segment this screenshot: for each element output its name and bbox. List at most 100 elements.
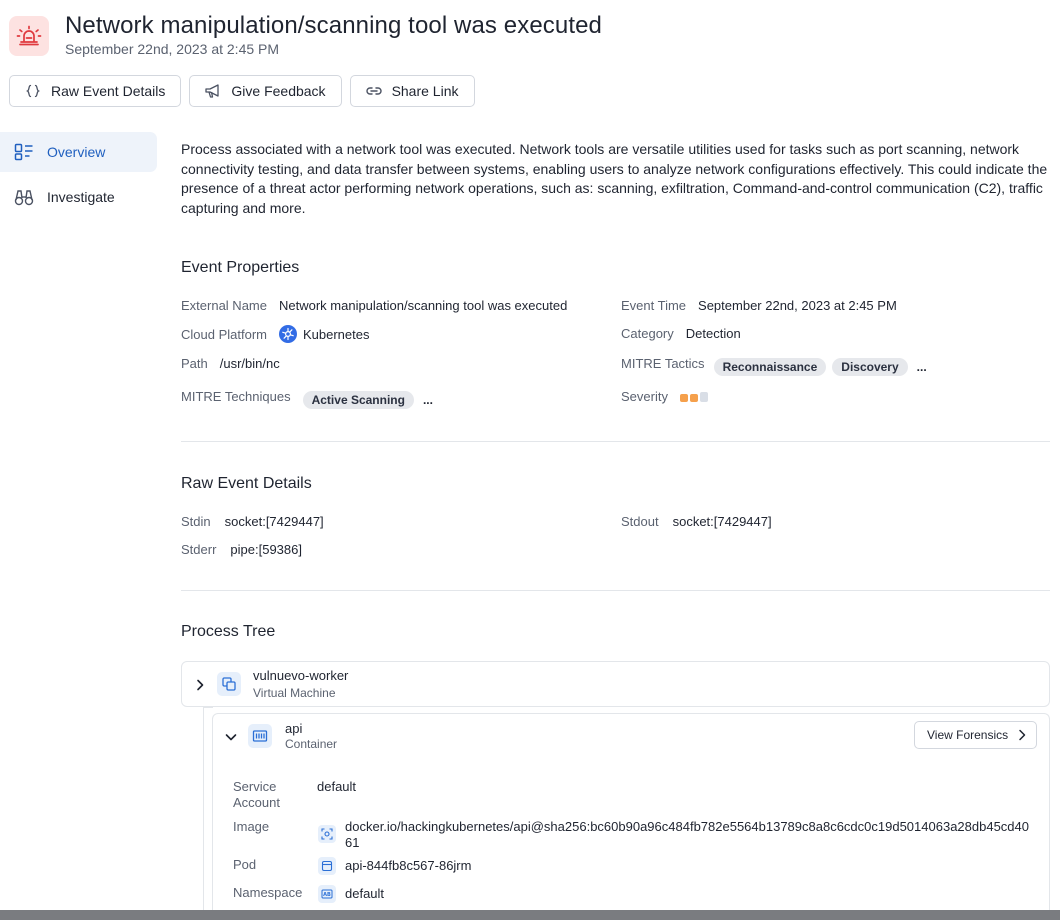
view-forensics-button[interactable]: View Forensics: [914, 721, 1038, 749]
kubernetes-icon: [278, 325, 297, 343]
property-label: Path: [181, 356, 208, 371]
sidebar-item-label: Investigate: [47, 189, 115, 205]
give-feedback-label: Give Feedback: [231, 83, 326, 99]
page-title: Network manipulation/scanning tool was e…: [65, 12, 603, 39]
main-content: Process associated with a network tool w…: [181, 132, 1050, 218]
property-label: MITRE Techniques: [181, 388, 291, 404]
raw-event-details-button[interactable]: Raw Event Details: [9, 75, 182, 107]
container-icon: [248, 724, 272, 748]
property-label: MITRE Tactics: [621, 355, 705, 371]
property-cloud-platform: Cloud Platform Kubernetes: [181, 325, 369, 343]
tactic-chip[interactable]: Discovery: [832, 358, 908, 376]
detail-value[interactable]: docker.io/hackingkubernetes/api@sha256:b…: [345, 819, 1035, 851]
siren-icon: [16, 25, 42, 46]
alert-badge: [9, 16, 49, 56]
image-scan-icon: [318, 825, 336, 843]
property-path: Path /usr/bin/nc: [181, 356, 280, 371]
give-feedback-button[interactable]: Give Feedback: [189, 75, 342, 107]
tree-connector: [203, 707, 213, 708]
namespace-icon: AB: [318, 885, 336, 903]
tree-connector: [203, 707, 204, 910]
raw-event-details-label: Raw Event Details: [51, 83, 166, 99]
severity-bar-filled: [689, 393, 698, 402]
detail-label: Service Account: [233, 779, 280, 810]
action-toolbar: Raw Event Details Give Feedback Share Li…: [9, 75, 475, 107]
raw-value: pipe:[59386]: [230, 542, 302, 557]
raw-stderr: Stderr pipe:[59386]: [181, 542, 302, 557]
property-event-time: Event Time September 22nd, 2023 at 2:45 …: [621, 298, 897, 313]
svg-text:AB: AB: [323, 892, 331, 898]
node-name: vulnuevo-worker: [253, 668, 349, 683]
property-label: Cloud Platform: [181, 326, 267, 342]
view-forensics-label: View Forensics: [927, 728, 1009, 742]
raw-stdout: Stdout socket:[7429447]: [621, 514, 772, 529]
binoculars-icon: [13, 187, 34, 208]
property-external-name: External Name Network manipulation/scann…: [181, 298, 567, 313]
raw-event-details-title: Raw Event Details: [181, 475, 312, 492]
chevron-right-icon[interactable]: [193, 678, 207, 692]
more-tactics-button[interactable]: ...: [917, 360, 927, 374]
property-mitre-techniques: MITRE Techniques Active Scanning ...: [181, 388, 433, 409]
pod-icon: [318, 857, 336, 875]
event-description: Process associated with a network tool w…: [181, 141, 1048, 216]
detail-value: default: [317, 779, 357, 794]
process-tree-title: Process Tree: [181, 623, 276, 640]
chevron-down-icon[interactable]: [224, 730, 238, 744]
link-icon: [365, 82, 383, 100]
property-label: Category: [621, 326, 674, 341]
raw-value: socket:[7429447]: [224, 514, 324, 529]
node-name: api: [285, 721, 303, 736]
process-tree-node-vm[interactable]: vulnuevo-worker Virtual Machine: [181, 661, 1050, 707]
raw-value: socket:[7429447]: [672, 514, 772, 529]
property-label: External Name: [181, 298, 267, 313]
window-bottom-bar: [0, 910, 1060, 920]
detail-value[interactable]: api-844fb8c567-86jrm: [345, 858, 471, 874]
raw-label: Stdout: [621, 514, 659, 529]
property-mitre-tactics: MITRE Tactics Reconnaissance Discovery .…: [621, 355, 927, 376]
property-value: /usr/bin/nc: [219, 356, 280, 371]
property-value: September 22nd, 2023 at 2:45 PM: [698, 298, 897, 313]
property-label: Severity: [621, 389, 668, 404]
severity-meter: [679, 391, 708, 402]
tactic-chip[interactable]: Reconnaissance: [713, 358, 827, 376]
property-value: Active Scanning ...: [302, 391, 433, 409]
overview-icon: [13, 142, 34, 163]
property-severity: Severity: [621, 389, 708, 404]
chevron-right-icon: [1019, 729, 1026, 741]
sidebar-item-label: Overview: [47, 144, 106, 160]
node-type: Virtual Machine: [253, 686, 336, 700]
raw-label: Stderr: [181, 542, 217, 557]
detail-value[interactable]: default: [345, 886, 384, 902]
detail-label: Image: [233, 819, 270, 834]
event-properties-title: Event Properties: [181, 259, 300, 276]
megaphone-icon: [204, 82, 222, 100]
detail-label: Pod: [233, 857, 257, 872]
property-value: Reconnaissance Discovery ...: [713, 358, 927, 376]
page-header: Network manipulation/scanning tool was e…: [0, 0, 1060, 70]
sidebar-item-investigate[interactable]: Investigate: [0, 177, 157, 217]
technique-chip[interactable]: Active Scanning: [302, 391, 414, 409]
share-link-label: Share Link: [391, 83, 459, 99]
sidebar-nav: Overview Investigate: [0, 132, 157, 222]
property-label: Event Time: [621, 298, 687, 313]
cloud-platform-value: Kubernetes: [302, 326, 370, 342]
detail-label: Namespace: [233, 885, 303, 900]
process-tree-node-container: api Container View Forensics Service Acc…: [212, 713, 1050, 920]
section-divider: [181, 590, 1050, 591]
section-divider: [181, 441, 1050, 442]
raw-label: Stdin: [181, 514, 211, 529]
severity-bar-filled: [679, 393, 688, 402]
share-link-button[interactable]: Share Link: [349, 75, 475, 107]
property-value: Network manipulation/scanning tool was e…: [278, 298, 568, 313]
severity-bar-empty: [699, 391, 708, 402]
raw-stdin: Stdin socket:[7429447]: [181, 514, 324, 529]
more-techniques-button[interactable]: ...: [423, 393, 433, 407]
sidebar-item-overview[interactable]: Overview: [0, 132, 157, 172]
property-value: Kubernetes: [278, 325, 370, 343]
property-category: Category Detection: [621, 326, 741, 341]
page-timestamp: September 22nd, 2023 at 2:45 PM: [65, 41, 280, 57]
property-value: Detection: [685, 326, 741, 341]
virtual-machine-icon: [217, 672, 241, 696]
node-type: Container: [285, 737, 338, 751]
braces-icon: [24, 82, 42, 100]
